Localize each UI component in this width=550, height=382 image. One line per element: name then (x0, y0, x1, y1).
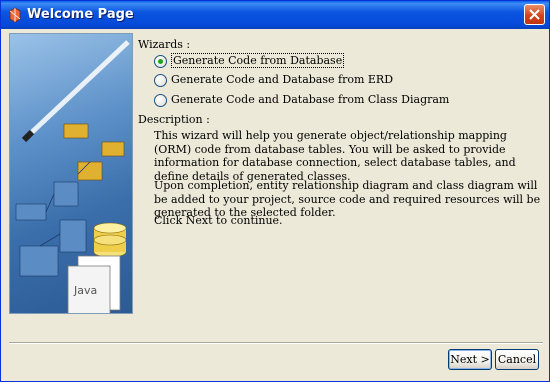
title-bar[interactable]: Welcome Page (1, 1, 549, 29)
wizard-window: Welcome Page Java Wizards: Generate Cod… (0, 0, 550, 382)
radio-button-checked[interactable] (154, 55, 167, 68)
separator (9, 342, 543, 344)
content-area: Java Wizards : Generate Code from Databa… (4, 29, 548, 380)
radio-label[interactable]: Generate Code and Database from Class Di… (171, 93, 449, 106)
radio-label[interactable]: Generate Code and Database from ERD (171, 73, 393, 86)
wizards-label: Wizards : (138, 38, 191, 51)
cancel-button[interactable]: Cancel (495, 349, 539, 370)
wizard-banner-image: Java (9, 33, 133, 314)
description-paragraph: This wizard will help you generate objec… (154, 129, 516, 183)
close-button[interactable] (524, 4, 545, 25)
description-paragraph: Click Next to continue. (154, 214, 283, 227)
radio-button[interactable] (154, 94, 167, 107)
radio-button[interactable] (154, 74, 167, 87)
java-file-label: Java (74, 284, 98, 297)
window-title: Welcome Page (27, 7, 134, 22)
banner-illustration-icon (15, 40, 130, 313)
description-label: Description : (138, 113, 210, 126)
close-icon (529, 9, 540, 20)
next-button[interactable]: Next > (448, 349, 492, 370)
app-icon (9, 7, 21, 23)
radio-label[interactable]: Generate Code from Database (171, 53, 345, 68)
